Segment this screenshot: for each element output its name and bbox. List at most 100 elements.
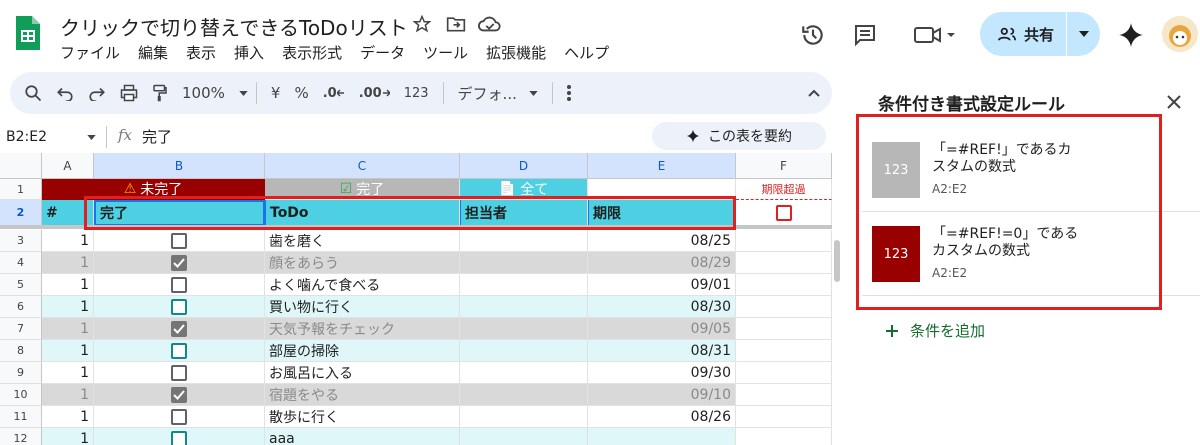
cell[interactable] <box>736 296 832 318</box>
row-header[interactable]: 6 <box>0 296 42 318</box>
gemini-icon[interactable] <box>1118 22 1144 48</box>
collapse-toolbar-icon[interactable] <box>808 72 820 114</box>
todo-cell[interactable]: 顔をあらう <box>265 252 460 274</box>
assignee-cell[interactable] <box>460 296 588 318</box>
vertical-scrollbar[interactable] <box>834 240 840 282</box>
column-header-f[interactable]: F <box>736 153 832 179</box>
menu-data[interactable]: データ <box>360 42 405 63</box>
cell-index[interactable]: 1 <box>42 230 94 252</box>
menu-extensions[interactable]: 拡張機能 <box>486 42 546 63</box>
select-all-corner[interactable] <box>0 153 42 179</box>
done-checkbox[interactable] <box>171 430 187 445</box>
number-format-button[interactable]: 123 <box>404 72 429 114</box>
todo-cell[interactable]: 歯を磨く <box>265 230 460 252</box>
done-checkbox[interactable] <box>171 342 187 359</box>
cell-index[interactable]: 1 <box>42 274 94 296</box>
done-checkbox-cell[interactable] <box>94 274 265 296</box>
cell-index[interactable]: 1 <box>42 384 94 406</box>
cell-index[interactable]: 1 <box>42 340 94 362</box>
menu-view[interactable]: 表示 <box>186 42 216 63</box>
row-header[interactable]: 11 <box>0 406 42 428</box>
done-checkbox-cell[interactable] <box>94 230 265 252</box>
done-checkbox-cell[interactable] <box>94 362 265 384</box>
share-dropdown[interactable] <box>1067 31 1100 37</box>
done-checkbox-cell[interactable] <box>94 406 265 428</box>
redo-icon[interactable] <box>88 72 106 114</box>
done-checkbox-cell[interactable] <box>94 296 265 318</box>
close-icon[interactable] <box>1164 92 1184 112</box>
todo-cell[interactable]: お風呂に入る <box>265 362 460 384</box>
column-header-c[interactable]: C <box>265 153 460 179</box>
done-checkbox-cell[interactable] <box>94 252 265 274</box>
cell-index[interactable]: 1 <box>42 296 94 318</box>
assignee-cell[interactable] <box>460 318 588 340</box>
column-header-d[interactable]: D <box>460 153 588 179</box>
meet-video-icon[interactable] <box>912 22 958 48</box>
done-checkbox[interactable] <box>171 254 187 271</box>
more-options-icon[interactable] <box>566 72 571 114</box>
cell[interactable] <box>736 362 832 384</box>
cell-index[interactable]: 1 <box>42 362 94 384</box>
search-menus-icon[interactable] <box>24 72 42 114</box>
todo-cell[interactable]: 宿題をやる <box>265 384 460 406</box>
done-checkbox-cell[interactable] <box>94 428 265 445</box>
assignee-cell[interactable] <box>460 428 588 445</box>
cell[interactable] <box>736 428 832 445</box>
summarize-table-button[interactable]: この表を要約 <box>652 122 826 150</box>
menu-help[interactable]: ヘルプ <box>564 42 609 63</box>
font-select[interactable]: デフォ... <box>458 72 538 114</box>
todo-cell[interactable]: よく噛んで食べる <box>265 274 460 296</box>
percent-format-button[interactable]: % <box>294 72 308 114</box>
done-checkbox[interactable] <box>171 364 187 381</box>
row-header[interactable]: 2 <box>0 200 42 226</box>
due-date-cell[interactable]: 08/30 <box>588 296 736 318</box>
document-title[interactable]: クリックで切り替えできるToDoリスト <box>60 12 408 41</box>
done-checkbox[interactable] <box>171 386 187 403</box>
due-date-cell[interactable]: 08/26 <box>588 406 736 428</box>
menu-file[interactable]: ファイル <box>60 42 120 63</box>
due-date-cell[interactable]: 09/05 <box>588 318 736 340</box>
todo-cell[interactable]: 天気予報をチェック <box>265 318 460 340</box>
done-checkbox[interactable] <box>171 276 187 293</box>
row-header[interactable]: 12 <box>0 428 42 445</box>
due-date-cell[interactable]: 09/01 <box>588 274 736 296</box>
done-checkbox[interactable] <box>171 408 187 425</box>
assignee-cell[interactable] <box>460 230 588 252</box>
increase-decimal-button[interactable]: .00 <box>359 72 390 114</box>
row-header[interactable]: 4 <box>0 252 42 274</box>
row-header[interactable]: 10 <box>0 384 42 406</box>
share-main[interactable]: 共有 <box>980 24 1066 45</box>
cell[interactable] <box>736 318 832 340</box>
assignee-cell[interactable] <box>460 362 588 384</box>
share-button[interactable]: 共有 <box>980 12 1100 56</box>
todo-cell[interactable]: 部屋の掃除 <box>265 340 460 362</box>
cell-index[interactable]: 1 <box>42 252 94 274</box>
cell[interactable] <box>736 252 832 274</box>
done-checkbox-cell[interactable] <box>94 384 265 406</box>
cell-index[interactable]: 1 <box>42 406 94 428</box>
row-header[interactable]: 9 <box>0 362 42 384</box>
cell-index[interactable]: 1 <box>42 318 94 340</box>
assignee-cell[interactable] <box>460 406 588 428</box>
assignee-cell[interactable] <box>460 274 588 296</box>
move-folder-icon[interactable] <box>446 14 466 34</box>
star-icon[interactable] <box>412 14 432 34</box>
due-date-cell[interactable]: 08/31 <box>588 340 736 362</box>
row-header[interactable]: 8 <box>0 340 42 362</box>
zoom-select[interactable]: 100% <box>182 72 248 114</box>
undo-icon[interactable] <box>56 72 74 114</box>
done-checkbox-cell[interactable] <box>94 340 265 362</box>
due-date-cell[interactable]: 08/29 <box>588 252 736 274</box>
cell-index[interactable]: 1 <box>42 428 94 445</box>
cell[interactable] <box>736 384 832 406</box>
overdue-checkbox-cell[interactable] <box>736 200 832 226</box>
cell[interactable] <box>736 340 832 362</box>
version-history-icon[interactable] <box>800 22 826 48</box>
menu-insert[interactable]: 挿入 <box>234 42 264 63</box>
menu-edit[interactable]: 編集 <box>138 42 168 63</box>
cloud-saved-icon[interactable] <box>478 14 502 34</box>
name-box[interactable]: B2:E2 <box>6 126 102 148</box>
assignee-cell[interactable] <box>460 340 588 362</box>
menu-format[interactable]: 表示形式 <box>282 42 342 63</box>
todo-cell[interactable]: aaa <box>265 428 460 445</box>
